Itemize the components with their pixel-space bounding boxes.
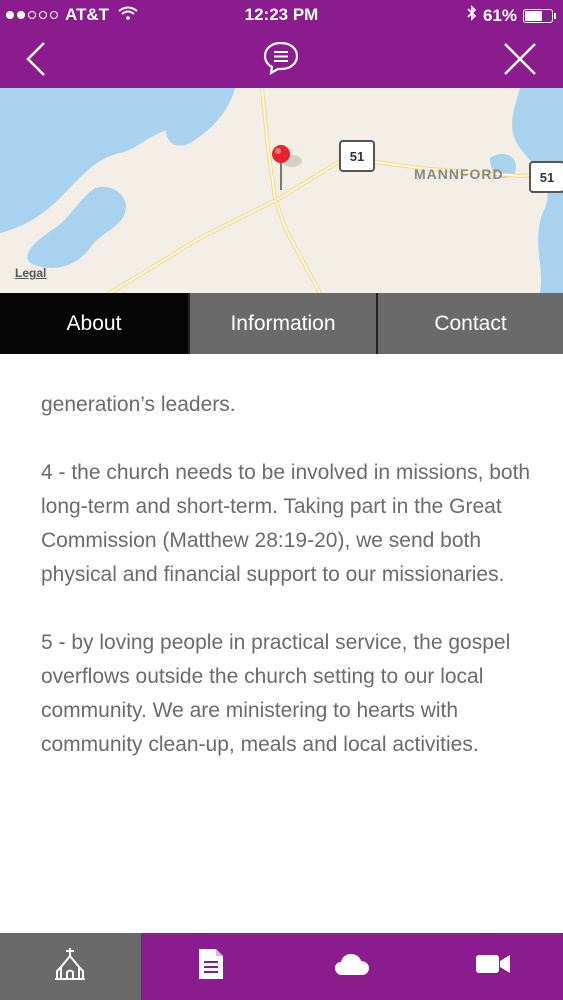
content-paragraph: generation’s leaders. xyxy=(41,393,236,416)
bluetooth-icon xyxy=(467,5,477,26)
map-legal-link[interactable]: Legal xyxy=(15,266,46,280)
location-map[interactable]: 51 51 MANNFORD Legal xyxy=(0,88,563,293)
map-graphic xyxy=(0,88,563,293)
tab-information[interactable]: Information xyxy=(190,293,376,354)
bottom-tab-cloud[interactable] xyxy=(282,933,423,1000)
church-icon xyxy=(53,947,87,986)
bottom-tab-video[interactable] xyxy=(422,933,563,1000)
tab-about[interactable]: About xyxy=(0,293,188,354)
tab-contact[interactable]: Contact xyxy=(378,293,563,354)
content-paragraph: 4 - the church needs to be involved in m… xyxy=(41,461,531,586)
close-icon[interactable] xyxy=(503,42,537,81)
status-bar: AT&T 12:23 PM 61% xyxy=(0,0,563,30)
battery-percent: 61% xyxy=(482,5,517,25)
content-paragraph: 5 - by loving people in practical servic… xyxy=(41,631,511,756)
bottom-tab-church[interactable] xyxy=(0,933,141,1000)
battery-icon xyxy=(523,8,556,23)
route-number: 51 xyxy=(349,148,365,164)
route-shield-icon: 51 xyxy=(339,140,375,172)
document-icon xyxy=(198,948,224,985)
cloud-icon xyxy=(334,952,370,981)
video-camera-icon xyxy=(475,953,511,980)
segment-tabs: About Information Contact xyxy=(0,293,563,354)
chat-bubble-icon[interactable] xyxy=(262,40,300,81)
route-shield-icon: 51 xyxy=(529,161,563,193)
chevron-left-icon[interactable] xyxy=(22,40,50,83)
status-right: 61% xyxy=(467,5,556,26)
about-content: generation’s leaders. 4 - the church nee… xyxy=(41,388,531,796)
map-place-label: MANNFORD xyxy=(414,166,504,182)
route-number: 51 xyxy=(539,169,555,185)
bottom-tab-bar xyxy=(0,933,563,1000)
nav-bar xyxy=(0,30,563,88)
bottom-tab-documents[interactable] xyxy=(141,933,282,1000)
